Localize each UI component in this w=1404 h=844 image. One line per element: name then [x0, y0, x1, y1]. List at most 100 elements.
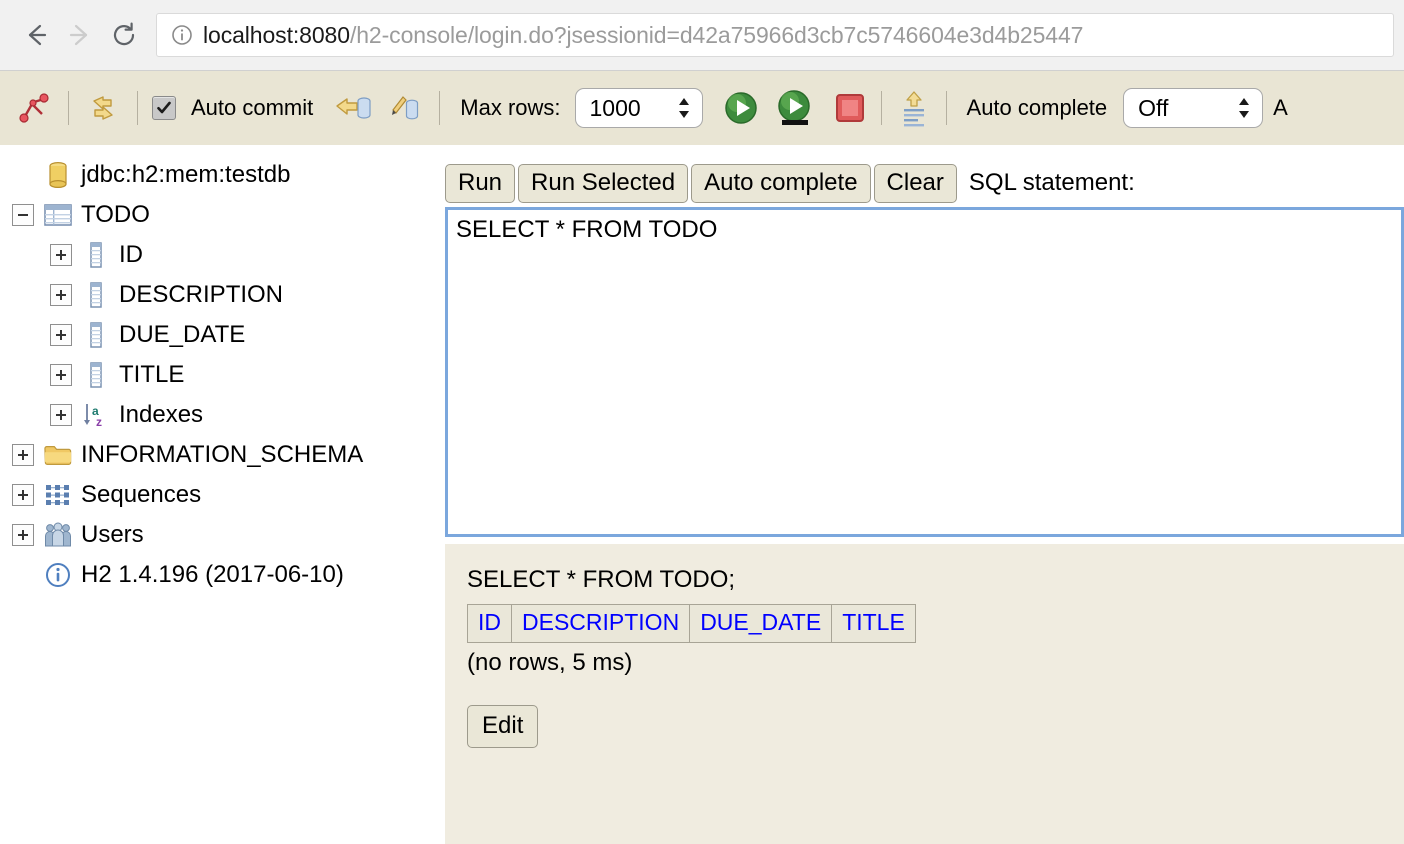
disconnect-icon[interactable]	[14, 88, 54, 128]
commit-icon[interactable]	[385, 88, 425, 128]
toolbar-separator	[68, 91, 69, 125]
result-query-text: SELECT * FROM TODO;	[467, 566, 736, 593]
max-rows-select[interactable]: 1000	[574, 88, 703, 128]
result-table: ID DESCRIPTION DUE_DATE TITLE	[467, 604, 916, 643]
toolbar-separator	[439, 91, 441, 125]
table-icon	[44, 201, 72, 229]
rollback-icon[interactable]	[331, 88, 375, 128]
result-status-text: (no rows, 5 ms)	[467, 649, 633, 676]
sql-statement-input[interactable]: SELECT * FROM TODO	[445, 207, 1404, 537]
tree-item-label: Indexes	[119, 401, 204, 428]
spinner-arrows-icon[interactable]	[1236, 95, 1252, 121]
checkmark-icon	[157, 101, 171, 114]
truncated-toolbar-label: A	[1273, 95, 1288, 120]
spinner-arrows-icon[interactable]	[676, 95, 692, 121]
column-icon	[82, 241, 110, 269]
edit-button[interactable]: Edit	[467, 705, 539, 749]
tree-toggle-expand[interactable]	[12, 444, 34, 466]
tree-item-column-description[interactable]: DESCRIPTION	[0, 275, 443, 315]
auto-complete-value: Off	[1138, 94, 1169, 121]
refresh-icon[interactable]	[83, 88, 123, 128]
sequences-icon	[44, 481, 72, 509]
tree-item-todo[interactable]: TODO	[0, 195, 443, 235]
sort-az-icon: a z	[82, 401, 110, 429]
history-icon[interactable]	[896, 87, 932, 129]
browser-chrome: localhost:8080/h2-console/login.do?jsess…	[0, 0, 1404, 71]
forward-button[interactable]	[58, 13, 102, 57]
clear-button[interactable]: Clear	[873, 163, 957, 203]
tree-item-version: H2 1.4.196 (2017-06-10)	[0, 555, 443, 595]
column-icon	[82, 321, 110, 349]
url-text: localhost:8080/h2-console/login.do?jsess…	[203, 22, 1083, 49]
tree-item-label: Sequences	[81, 481, 202, 508]
table-header-row: ID DESCRIPTION DUE_DATE TITLE	[467, 604, 916, 643]
tree-item-sequences[interactable]: Sequences	[0, 475, 443, 515]
tree-item-indexes[interactable]: a z Indexes	[0, 395, 443, 435]
max-rows-value: 1000	[589, 94, 641, 121]
tree-item-label: INFORMATION_SCHEMA	[81, 441, 364, 468]
auto-complete-label: Auto complete	[966, 95, 1108, 120]
tree-item-users[interactable]: Users	[0, 515, 443, 555]
tree-item-label: H2 1.4.196 (2017-06-10)	[81, 561, 344, 588]
users-icon	[44, 521, 72, 549]
url-host: localhost:8080	[203, 21, 350, 48]
tree-item-column-id[interactable]: ID	[0, 235, 443, 275]
tree-toggle-expand[interactable]	[50, 324, 72, 346]
column-icon	[82, 361, 110, 389]
toolbar-separator	[945, 91, 947, 125]
tree-item-label: DESCRIPTION	[119, 281, 284, 308]
stop-icon[interactable]	[833, 91, 867, 125]
tree-item-database[interactable]: jdbc:h2:mem:testdb	[0, 155, 443, 195]
toolbar-separator	[880, 91, 882, 125]
back-arrow-icon	[28, 24, 47, 46]
address-bar[interactable]: localhost:8080/h2-console/login.do?jsess…	[156, 13, 1394, 57]
tree-toggle-expand[interactable]	[50, 364, 72, 386]
sql-statement-label: SQL statement:	[968, 169, 1135, 196]
auto-complete-button[interactable]: Auto complete	[691, 163, 871, 203]
tree-item-column-title[interactable]: TITLE	[0, 355, 443, 395]
run-selected-button[interactable]: Run Selected	[518, 163, 689, 203]
column-header-description[interactable]: DESCRIPTION	[510, 604, 691, 643]
max-rows-label: Max rows:	[460, 95, 561, 120]
auto-complete-select[interactable]: Off	[1123, 88, 1264, 128]
reload-button[interactable]	[102, 13, 146, 57]
run-selected-icon[interactable]	[771, 86, 819, 130]
folder-icon	[44, 441, 72, 469]
sql-panel: Run Run Selected Auto complete Clear SQL…	[443, 145, 1404, 844]
tree-item-column-due-date[interactable]: DUE_DATE	[0, 315, 443, 355]
run-button[interactable]: Run	[445, 163, 516, 203]
result-panel: SELECT * FROM TODO; ID DESCRIPTION DUE_D…	[445, 544, 1404, 844]
auto-commit-label: Auto commit	[191, 95, 314, 120]
tree-toggle-expand[interactable]	[50, 284, 72, 306]
toolbar-separator	[137, 91, 138, 125]
column-header-title[interactable]: TITLE	[831, 604, 916, 643]
sql-button-bar: Run Run Selected Auto complete Clear SQL…	[443, 145, 1404, 203]
auto-commit-toggle[interactable]: Auto commit	[152, 95, 319, 121]
reload-icon	[113, 22, 135, 46]
tree-toggle-collapse[interactable]	[12, 204, 34, 226]
run-icon[interactable]	[719, 86, 763, 130]
column-icon	[82, 281, 110, 309]
column-header-due-date[interactable]: DUE_DATE	[689, 604, 833, 643]
tree-item-label: TODO	[81, 201, 150, 228]
auto-commit-checkbox[interactable]	[152, 96, 176, 120]
tree-item-information-schema[interactable]: INFORMATION_SCHEMA	[0, 435, 443, 475]
column-header-id[interactable]: ID	[467, 604, 512, 643]
site-info-icon[interactable]	[171, 24, 193, 46]
url-path: /h2-console/login.do?jsessionid=d42a7596…	[349, 21, 1084, 48]
tree-toggle-expand[interactable]	[50, 244, 72, 266]
database-icon	[44, 161, 72, 189]
h2-toolbar: Auto commit Max rows: 1000 Auto complete…	[0, 71, 1404, 145]
database-tree-panel: jdbc:h2:mem:testdb TODO ID DESCRIPTION D…	[0, 145, 443, 844]
tree-toggle-expand[interactable]	[50, 404, 72, 426]
tree-item-label: ID	[119, 241, 143, 268]
info-icon	[44, 561, 72, 589]
tree-toggle-expand[interactable]	[12, 484, 34, 506]
forward-arrow-icon	[69, 24, 88, 46]
tree-item-label: jdbc:h2:mem:testdb	[81, 161, 291, 188]
h2-body: jdbc:h2:mem:testdb TODO ID DESCRIPTION D…	[0, 145, 1404, 844]
tree-item-label: TITLE	[119, 361, 185, 388]
back-button[interactable]	[14, 13, 58, 57]
tree-toggle-expand[interactable]	[12, 524, 34, 546]
tree-item-label: DUE_DATE	[119, 321, 246, 348]
